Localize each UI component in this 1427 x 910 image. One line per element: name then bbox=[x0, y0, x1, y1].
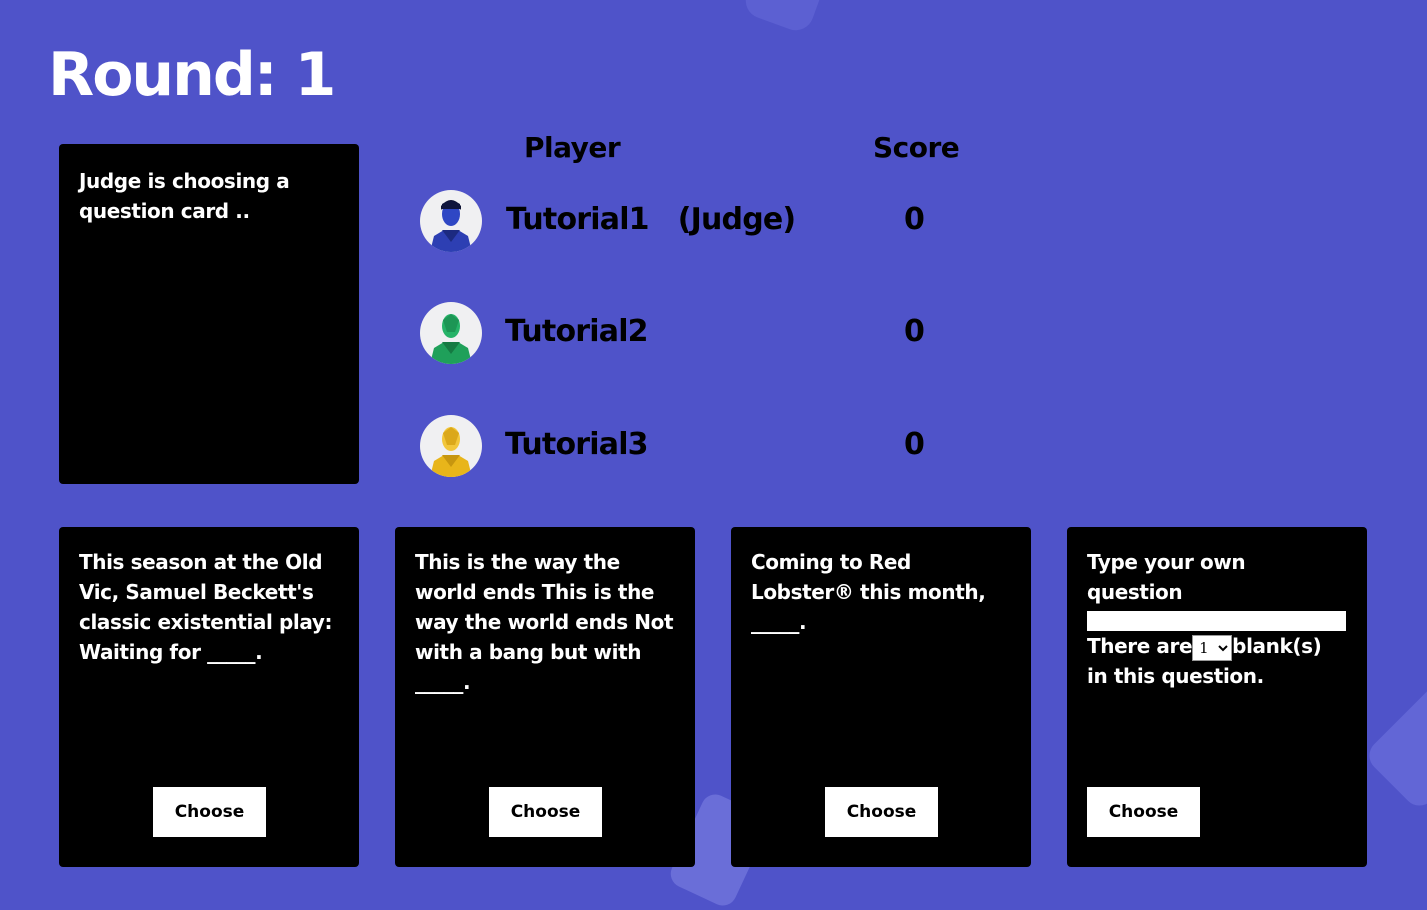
custom-question-card[interactable]: Type your own question There are 1 blank(s… bbox=[1067, 527, 1367, 867]
player-name: Tutorial1 (Judge) bbox=[506, 202, 796, 237]
player-score: 0 bbox=[904, 202, 925, 237]
choose-button[interactable]: Choose bbox=[825, 787, 938, 837]
choose-button[interactable]: Choose bbox=[489, 787, 602, 837]
status-text: Judge is choosing a question card .. bbox=[79, 169, 290, 223]
background-shape bbox=[1362, 677, 1427, 813]
blank-count-select[interactable]: 1 bbox=[1192, 634, 1233, 661]
custom-question-input[interactable] bbox=[1087, 611, 1346, 631]
custom-question-heading: Type your own question bbox=[1087, 550, 1246, 604]
question-text: This is the way the world ends This is t… bbox=[415, 550, 674, 694]
background-shape bbox=[740, 0, 826, 36]
player-name: Tutorial2 bbox=[505, 314, 649, 349]
player-row: Tutorial2 0 bbox=[420, 302, 980, 364]
question-card[interactable]: This season at the Old Vic, Samuel Becke… bbox=[59, 527, 359, 867]
status-card: Judge is choosing a question card .. bbox=[59, 144, 359, 484]
player-column-header: Player bbox=[524, 131, 621, 164]
question-card[interactable]: Coming to Red Lobster® this month, _____… bbox=[731, 527, 1031, 867]
avatar-green-icon bbox=[420, 302, 482, 364]
blanks-prefix: There are bbox=[1087, 634, 1193, 658]
choose-button[interactable]: Choose bbox=[153, 787, 266, 837]
player-score: 0 bbox=[904, 427, 925, 462]
question-text: Coming to Red Lobster® this month, _____… bbox=[751, 550, 986, 634]
player-row: Tutorial3 0 bbox=[420, 415, 980, 477]
player-row: Tutorial1 (Judge) 0 bbox=[420, 190, 980, 252]
choose-button[interactable]: Choose bbox=[1087, 787, 1200, 837]
avatar-yellow-icon bbox=[420, 415, 482, 477]
score-column-header: Score bbox=[873, 131, 960, 164]
question-card[interactable]: This is the way the world ends This is t… bbox=[395, 527, 695, 867]
question-text: This season at the Old Vic, Samuel Becke… bbox=[79, 550, 333, 664]
player-name: Tutorial3 bbox=[505, 427, 649, 462]
round-title: Round: 1 bbox=[48, 40, 336, 110]
avatar-blue-icon bbox=[420, 190, 482, 252]
blanks-line: There are 1 blank(s) in this question. bbox=[1087, 631, 1347, 691]
player-score: 0 bbox=[904, 314, 925, 349]
